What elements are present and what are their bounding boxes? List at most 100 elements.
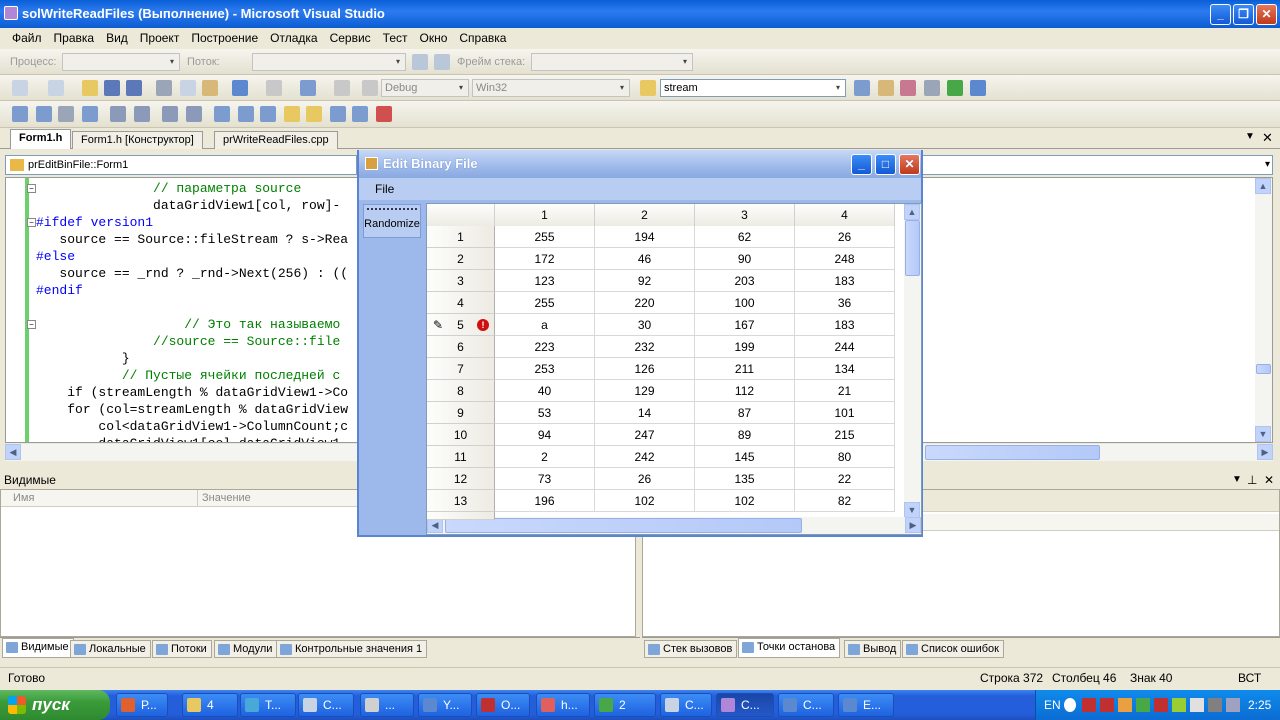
tray-app3-icon[interactable] xyxy=(1118,698,1132,712)
grid-corner-header[interactable] xyxy=(427,204,495,226)
new-project-icon[interactable] xyxy=(12,80,28,96)
row-header[interactable]: 4 xyxy=(427,292,495,314)
row-header[interactable]: 1 xyxy=(427,226,495,248)
grid-scroll-down-icon[interactable]: ▼ xyxy=(904,502,920,518)
taskbar-button[interactable]: Y... xyxy=(418,693,472,717)
save-all-icon[interactable] xyxy=(126,80,142,96)
editor-hscroll-thumb[interactable] xyxy=(925,445,1100,460)
collapse-icon[interactable]: − xyxy=(27,184,36,193)
row-header[interactable]: 5 ✎! xyxy=(427,314,495,336)
row-header[interactable]: 2 xyxy=(427,248,495,270)
grid-cell[interactable]: 123 xyxy=(495,270,595,292)
dialog-maximize-button[interactable]: □ xyxy=(875,154,896,175)
grid-cell[interactable]: 196 xyxy=(495,490,595,512)
grid-cell[interactable]: 2 xyxy=(495,446,595,468)
align-to-grid-icon[interactable] xyxy=(12,106,28,122)
row-header[interactable]: 3 xyxy=(427,270,495,292)
tab-form1-h[interactable]: Form1.h xyxy=(10,129,72,149)
close-tab-icon[interactable]: ✕ xyxy=(1262,130,1273,146)
grid-cell[interactable]: 36 xyxy=(795,292,895,314)
row-header[interactable]: 9 xyxy=(427,402,495,424)
grid-cell[interactable]: 129 xyxy=(595,380,695,402)
redo-icon[interactable] xyxy=(266,80,282,96)
open-file-icon[interactable] xyxy=(82,80,98,96)
grid-cell[interactable]: 211 xyxy=(695,358,795,380)
menu-file[interactable]: File xyxy=(375,182,394,196)
grid-cell[interactable]: 220 xyxy=(595,292,695,314)
grid-cell[interactable]: 94 xyxy=(495,424,595,446)
taskbar-button[interactable]: 2 xyxy=(594,693,656,717)
data-grid[interactable]: ▲ ▼ ◀ ▶ 1 2 3 4 1 255 194 62 26 2 172 46 90 248 3 123 92… xyxy=(426,203,922,535)
editor-vscrollbar[interactable]: ▲ ▼ xyxy=(1255,178,1272,442)
grid-cell[interactable]: 102 xyxy=(695,490,795,512)
randomize-button[interactable]: Randomize xyxy=(363,204,421,238)
taskbar-button[interactable]: С... xyxy=(716,693,774,717)
menu-item[interactable]: Сервис xyxy=(324,28,377,48)
column-header[interactable]: 1 xyxy=(495,204,595,226)
taskbar-button[interactable]: h... xyxy=(536,693,590,717)
tab-list-icon[interactable]: ▼ xyxy=(1245,131,1255,142)
grid-cell[interactable]: 82 xyxy=(795,490,895,512)
bottom-tab[interactable]: Список ошибок xyxy=(902,640,1004,658)
taskbar-button[interactable]: О... xyxy=(476,693,530,717)
grid-vscroll-thumb[interactable] xyxy=(905,220,920,276)
network-icon[interactable] xyxy=(1208,698,1222,712)
tab-form1-designer[interactable]: Form1.h [Конструктор] xyxy=(72,131,203,149)
grid-cell[interactable]: 26 xyxy=(795,226,895,248)
bottom-tab[interactable]: Вывод xyxy=(844,640,902,658)
save-icon[interactable] xyxy=(104,80,120,96)
grid-cell[interactable]: 247 xyxy=(595,424,695,446)
paste-icon[interactable] xyxy=(202,80,218,96)
navigate-backward-icon[interactable] xyxy=(300,80,316,96)
grid-cell[interactable]: 73 xyxy=(495,468,595,490)
grid-cell[interactable]: 80 xyxy=(795,446,895,468)
tray-arrow-icon[interactable] xyxy=(1064,698,1076,712)
solution-explorer-icon[interactable] xyxy=(854,80,870,96)
start-debug-icon[interactable] xyxy=(362,80,378,96)
frame-combo[interactable]: ▾ xyxy=(531,53,693,71)
grid-scroll-right-icon[interactable]: ▶ xyxy=(905,517,921,533)
bookmark-icon[interactable] xyxy=(214,106,230,122)
grid-cell[interactable]: 145 xyxy=(695,446,795,468)
grid-cell[interactable]: 30 xyxy=(595,314,695,336)
bottom-tab[interactable]: Точки останова xyxy=(738,638,841,658)
taskbar-button[interactable]: E... xyxy=(838,693,894,717)
column-header[interactable]: 2 xyxy=(595,204,695,226)
grid-cell[interactable]: 53 xyxy=(495,402,595,424)
undo-icon[interactable] xyxy=(232,80,248,96)
class-combo[interactable]: prEditBinFile::Form1 xyxy=(5,155,357,175)
grid-cell[interactable]: 46 xyxy=(595,248,695,270)
member-combo[interactable]: ▾ xyxy=(920,155,1273,175)
bottom-tab[interactable]: Модули xyxy=(214,640,278,658)
tray-app-icon[interactable] xyxy=(1082,698,1096,712)
object-browser-icon[interactable] xyxy=(900,80,916,96)
grid-cell[interactable]: 248 xyxy=(795,248,895,270)
pane-close-icon[interactable]: ✕ xyxy=(1264,471,1274,489)
grid-cell[interactable]: 199 xyxy=(695,336,795,358)
thread-combo[interactable]: ▾ xyxy=(252,53,406,71)
close-button[interactable]: ✕ xyxy=(1256,4,1277,25)
minimize-button[interactable]: _ xyxy=(1210,4,1231,25)
tray-app6-icon[interactable] xyxy=(1172,698,1186,712)
menu-item[interactable]: Построение xyxy=(185,28,264,48)
pin-icon[interactable]: ⊥ xyxy=(1247,471,1257,489)
font-icon[interactable] xyxy=(82,106,98,122)
menu-item[interactable]: Правка xyxy=(48,28,101,48)
scroll-left-icon[interactable]: ◀ xyxy=(5,444,21,460)
row-header[interactable]: 6 xyxy=(427,336,495,358)
grid-cell[interactable]: 135 xyxy=(695,468,795,490)
grid-cell[interactable]: 232 xyxy=(595,336,695,358)
grid-cell[interactable]: 26 xyxy=(595,468,695,490)
row-header[interactable]: 7 xyxy=(427,358,495,380)
outdent-icon[interactable] xyxy=(134,106,150,122)
grid-cell[interactable]: 172 xyxy=(495,248,595,270)
tray-app4-icon[interactable] xyxy=(1136,698,1150,712)
clock[interactable]: 2:25 xyxy=(1248,690,1271,720)
dialog-close-button[interactable]: ✕ xyxy=(899,154,920,175)
grid-cell[interactable]: 40 xyxy=(495,380,595,402)
bottom-tab[interactable]: Потоки xyxy=(152,640,212,658)
prev-bookmark-doc-icon[interactable] xyxy=(330,106,346,122)
pointer-icon[interactable] xyxy=(58,106,74,122)
grid-cell[interactable]: 100 xyxy=(695,292,795,314)
volume-icon[interactable] xyxy=(1190,698,1204,712)
